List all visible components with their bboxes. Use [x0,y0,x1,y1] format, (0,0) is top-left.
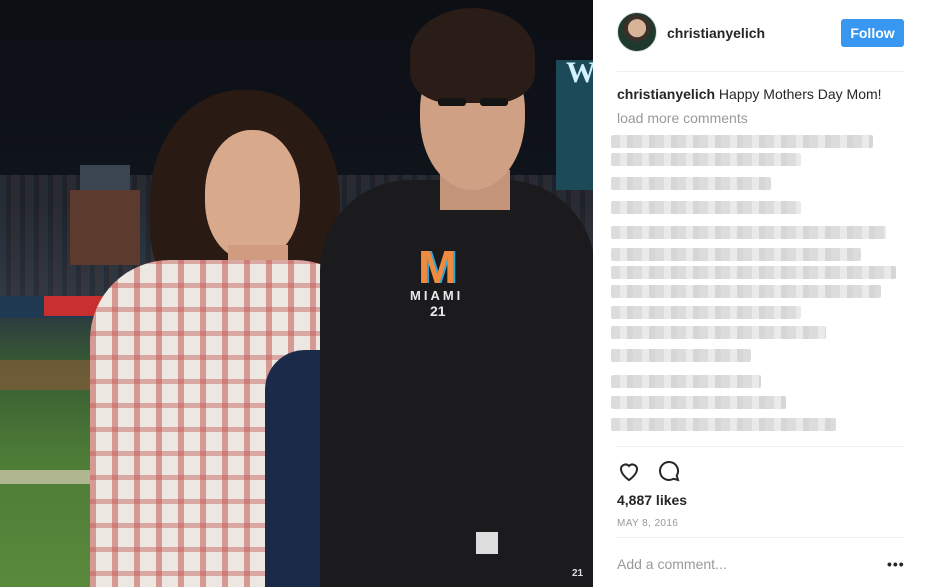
jersey-number: 21 [430,303,446,319]
post-date[interactable]: MAY 8, 2016 [617,518,678,529]
follow-button[interactable]: Follow [841,19,904,47]
stadium-building [70,190,140,265]
eye-black-right [480,98,508,106]
post-caption: christianyelich Happy Mothers Day Mom! [617,85,882,103]
blurred-comment-line [611,418,836,431]
blurred-comment-line [611,306,801,319]
post-header: christianyelich Follow [593,0,925,72]
blurred-comment-line [611,201,801,214]
blurred-comment-line [611,226,886,239]
blurred-comment-line [611,177,771,190]
blurred-comments [611,130,911,445]
post-sidebar: christianyelich Follow christianyelich H… [593,0,925,587]
scoreboard-letter: W [566,56,593,89]
load-more-comments-link[interactable]: load more comments [617,110,748,126]
blurred-comment-line [611,375,761,388]
comment-divider [617,537,904,538]
username-link[interactable]: christianyelich [667,25,765,41]
caption-username-link[interactable]: christianyelich [617,86,715,102]
sleeve-number: 21 [572,568,584,579]
blurred-comment-line [611,248,861,261]
black-jersey [320,180,593,587]
jersey-tag [476,532,498,554]
blurred-comment-line [611,285,881,298]
comment-bubble-icon[interactable] [657,459,681,483]
woman-face [205,130,300,260]
header-divider [617,71,904,72]
likes-count[interactable]: 4,887 likes [617,492,687,508]
stadium-building [80,165,130,193]
blurred-comment-line [611,153,801,166]
marlins-logo: M [418,241,457,293]
blurred-comment-line [611,349,751,362]
actions-divider [617,446,904,447]
man-hair [410,8,535,103]
avatar[interactable] [617,12,657,52]
more-options-icon[interactable]: ••• [887,556,905,572]
post-photo[interactable]: W M MIAMI 21 21 [0,0,593,587]
blurred-comment-line [611,326,826,339]
add-comment-input[interactable]: Add a comment... [617,556,727,572]
blurred-comment-line [611,266,896,279]
blurred-comment-line [611,135,873,148]
heart-icon[interactable] [617,459,641,483]
eye-black-left [438,98,466,106]
caption-text: Happy Mothers Day Mom! [715,86,882,102]
blurred-comment-line [611,396,786,409]
jersey-team-text: MIAMI [410,288,464,303]
